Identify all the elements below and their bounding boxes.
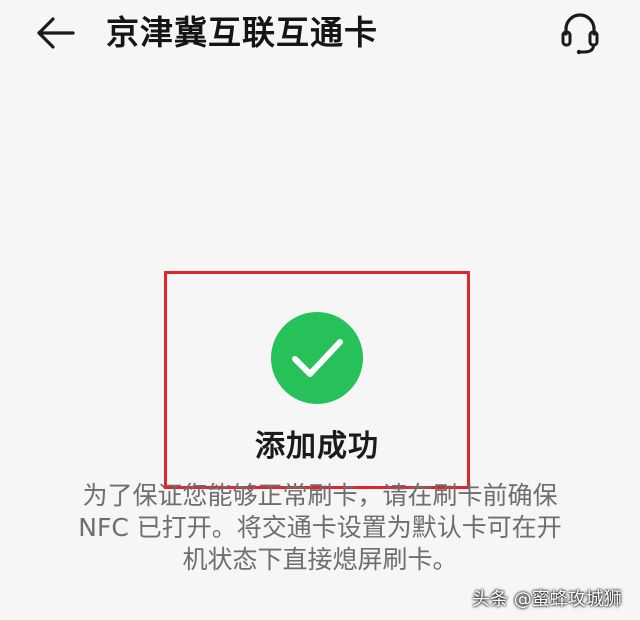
arrow-left-icon bbox=[37, 17, 75, 49]
top-bar: 京津冀互联互通卡 bbox=[0, 0, 640, 70]
instruction-line-2: NFC 已打开。将交通卡设置为默认卡可在开 bbox=[78, 513, 562, 542]
back-button[interactable] bbox=[30, 10, 80, 56]
instruction-line-3: 机状态下直接熄屏刷卡。 bbox=[182, 545, 458, 574]
page-title: 京津冀互联互通卡 bbox=[106, 13, 378, 52]
instruction-line-1: 为了保证您能够正常刷卡，请在刷卡前确保 bbox=[82, 481, 558, 510]
customer-service-button[interactable] bbox=[552, 8, 608, 58]
check-circle-icon bbox=[271, 312, 363, 404]
nfc-instructions: 为了保证您能够正常刷卡，请在刷卡前确保 NFC 已打开。将交通卡设置为默认卡可在… bbox=[60, 480, 580, 576]
headset-icon bbox=[561, 13, 599, 55]
success-message: 添加成功 bbox=[255, 429, 379, 464]
watermark: 头条 @蜜蜂攻城狮 bbox=[472, 589, 622, 610]
